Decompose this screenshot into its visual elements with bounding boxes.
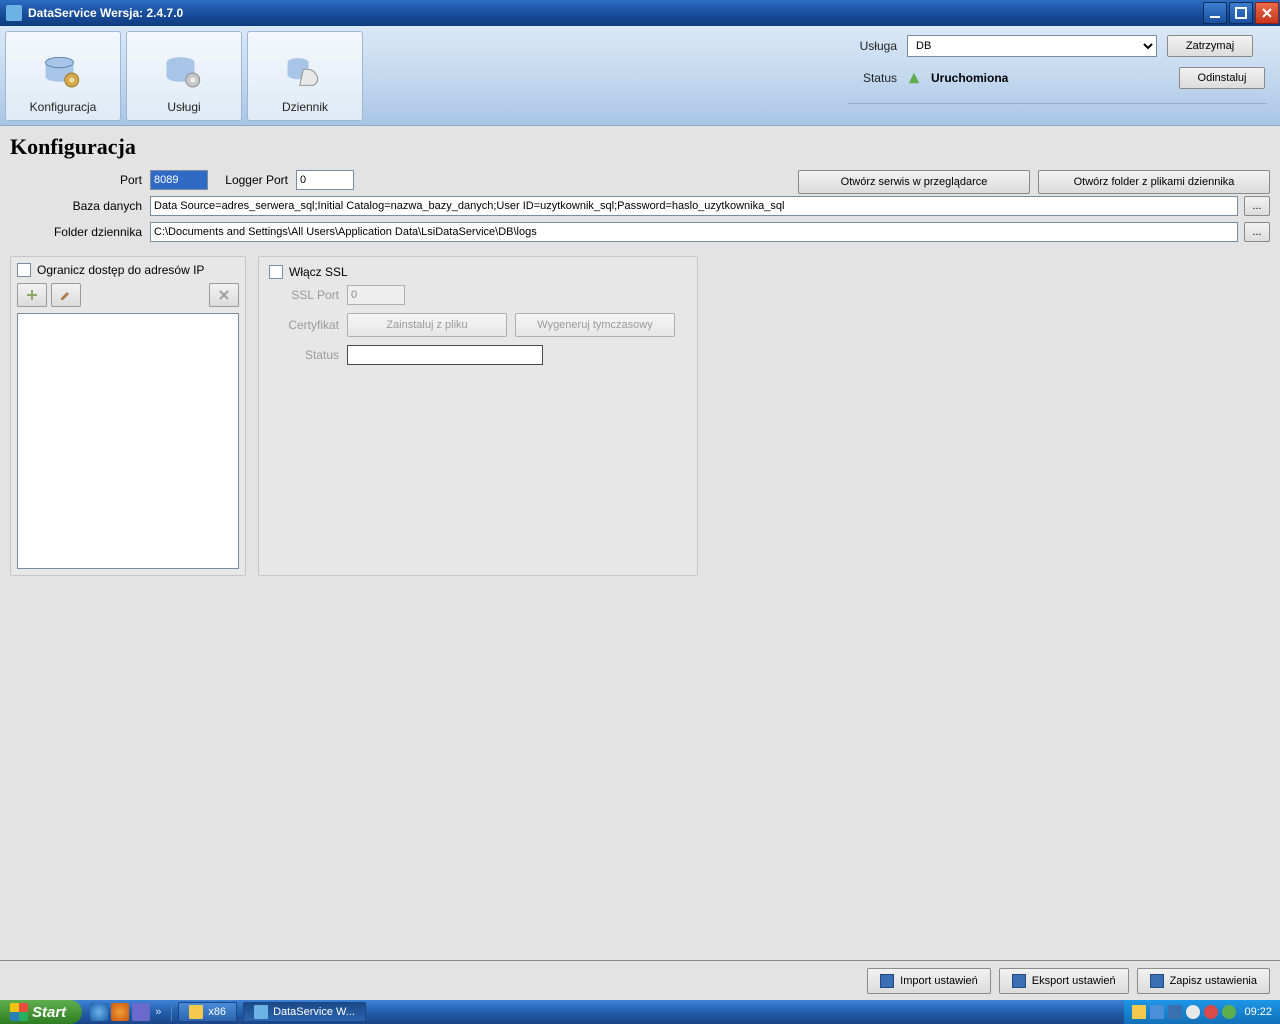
ssl-enable-checkbox[interactable]	[269, 265, 283, 279]
tray-icon[interactable]	[1150, 1005, 1164, 1019]
logger-port-label: Logger Port	[208, 173, 296, 187]
status-value: Uruchomiona	[931, 71, 1169, 85]
port-label: Port	[10, 173, 150, 187]
taskbar-item-x86[interactable]: x86	[178, 1002, 237, 1022]
ssl-port-input	[347, 285, 405, 305]
task-label: x86	[208, 1006, 226, 1018]
logfolder-label: Folder dziennika	[10, 225, 150, 239]
tab-dziennik[interactable]: Dziennik	[247, 31, 363, 121]
tray-icon[interactable]	[1132, 1005, 1146, 1019]
export-icon	[1012, 974, 1026, 988]
save-label: Zapisz ustawienia	[1170, 975, 1257, 987]
ip-restrict-checkbox[interactable]	[17, 263, 31, 277]
db-connection-input[interactable]	[150, 196, 1238, 216]
usluga-label: Usługa	[847, 39, 897, 53]
export-label: Eksport ustawień	[1032, 975, 1116, 987]
tab-uslugi[interactable]: Usługi	[126, 31, 242, 121]
tab-konfiguracja[interactable]: Konfiguracja	[5, 31, 121, 121]
status-label: Status	[847, 71, 897, 85]
start-button[interactable]: Start	[0, 1000, 82, 1024]
ssl-port-label: SSL Port	[269, 288, 339, 302]
ip-list[interactable]	[17, 313, 239, 569]
maximize-button[interactable]	[1229, 2, 1253, 24]
plus-icon	[25, 288, 39, 302]
import-settings-button[interactable]: Import ustawień	[867, 968, 991, 994]
ip-edit-button[interactable]	[51, 283, 81, 307]
ip-restriction-panel: Ogranicz dostęp do adresów IP	[10, 256, 246, 576]
task-label: DataService W...	[273, 1006, 355, 1018]
folder-icon	[189, 1005, 203, 1019]
import-label: Import ustawień	[900, 975, 978, 987]
windows-logo-icon	[10, 1003, 28, 1021]
separator	[847, 103, 1267, 104]
usluga-select[interactable]: DB	[907, 35, 1157, 57]
windows-taskbar: Start » x86 DataService W... 09:22	[0, 1000, 1280, 1024]
database-log-icon	[284, 52, 326, 94]
odinstaluj-button[interactable]: Odinstaluj	[1179, 67, 1265, 89]
start-label: Start	[32, 1004, 66, 1021]
app-icon	[254, 1005, 268, 1019]
save-icon	[1150, 974, 1164, 988]
main-toolbar: Konfiguracja Usługi Dziennik Usługa DB Z…	[0, 26, 1280, 126]
taskbar-clock[interactable]: 09:22	[1244, 1006, 1272, 1018]
taskbar-item-dataservice[interactable]: DataService W...	[243, 1002, 366, 1022]
tray-shield-icon[interactable]	[1204, 1005, 1218, 1019]
ip-restrict-label: Ogranicz dostęp do adresów IP	[37, 263, 204, 277]
ssl-enable-label: Włącz SSL	[289, 265, 348, 279]
delete-icon	[217, 288, 231, 302]
ssl-panel: Włącz SSL SSL Port Certyfikat Zainstaluj…	[258, 256, 698, 576]
minimize-button[interactable]	[1203, 2, 1227, 24]
ssl-generate-button: Wygeneruj tymczasowy	[515, 313, 675, 337]
quick-launch: »	[82, 1003, 172, 1021]
status-running-icon	[907, 71, 921, 85]
desktop-icon[interactable]	[132, 1003, 150, 1021]
tray-icon[interactable]	[1168, 1005, 1182, 1019]
close-button[interactable]	[1255, 2, 1279, 24]
edit-icon	[59, 288, 73, 302]
tab-label: Konfiguracja	[30, 100, 97, 114]
import-icon	[880, 974, 894, 988]
ssl-install-button: Zainstaluj z pliku	[347, 313, 507, 337]
app-icon	[6, 5, 22, 21]
main-content: Konfiguracja Port Logger Port Otwórz ser…	[0, 126, 1280, 960]
port-input[interactable]	[150, 170, 208, 190]
open-browser-button[interactable]: Otwórz serwis w przeglądarce	[798, 170, 1030, 194]
db-browse-button[interactable]: ...	[1244, 196, 1270, 216]
window-titlebar: DataService Wersja: 2.4.7.0	[0, 0, 1280, 26]
ssl-status-label: Status	[269, 348, 339, 362]
tab-label: Usługi	[167, 100, 200, 114]
ssl-status-value	[347, 345, 543, 365]
tray-icon[interactable]	[1186, 1005, 1200, 1019]
save-settings-button[interactable]: Zapisz ustawienia	[1137, 968, 1270, 994]
firefox-icon[interactable]	[111, 1003, 129, 1021]
page-title: Konfiguracja	[10, 134, 1270, 160]
ip-delete-button[interactable]	[209, 283, 239, 307]
database-services-icon	[163, 52, 205, 94]
open-logs-folder-button[interactable]: Otwórz folder z plikami dziennika	[1038, 170, 1270, 194]
ssl-cert-label: Certyfikat	[269, 318, 339, 332]
logfolder-browse-button[interactable]: ...	[1244, 222, 1270, 242]
chevron-icon[interactable]: »	[153, 1006, 163, 1018]
tab-label: Dziennik	[282, 100, 328, 114]
ip-add-button[interactable]	[17, 283, 47, 307]
logfolder-input[interactable]	[150, 222, 1238, 242]
bottom-bar: Import ustawień Eksport ustawień Zapisz …	[0, 960, 1280, 1000]
tray-icon[interactable]	[1222, 1005, 1236, 1019]
zatrzymaj-button[interactable]: Zatrzymaj	[1167, 35, 1253, 57]
db-label: Baza danych	[10, 199, 150, 213]
logger-port-input[interactable]	[296, 170, 354, 190]
database-config-icon	[42, 52, 84, 94]
ie-icon[interactable]	[90, 1003, 108, 1021]
system-tray: 09:22	[1124, 1000, 1280, 1024]
window-title: DataService Wersja: 2.4.7.0	[28, 6, 1202, 20]
export-settings-button[interactable]: Eksport ustawień	[999, 968, 1129, 994]
